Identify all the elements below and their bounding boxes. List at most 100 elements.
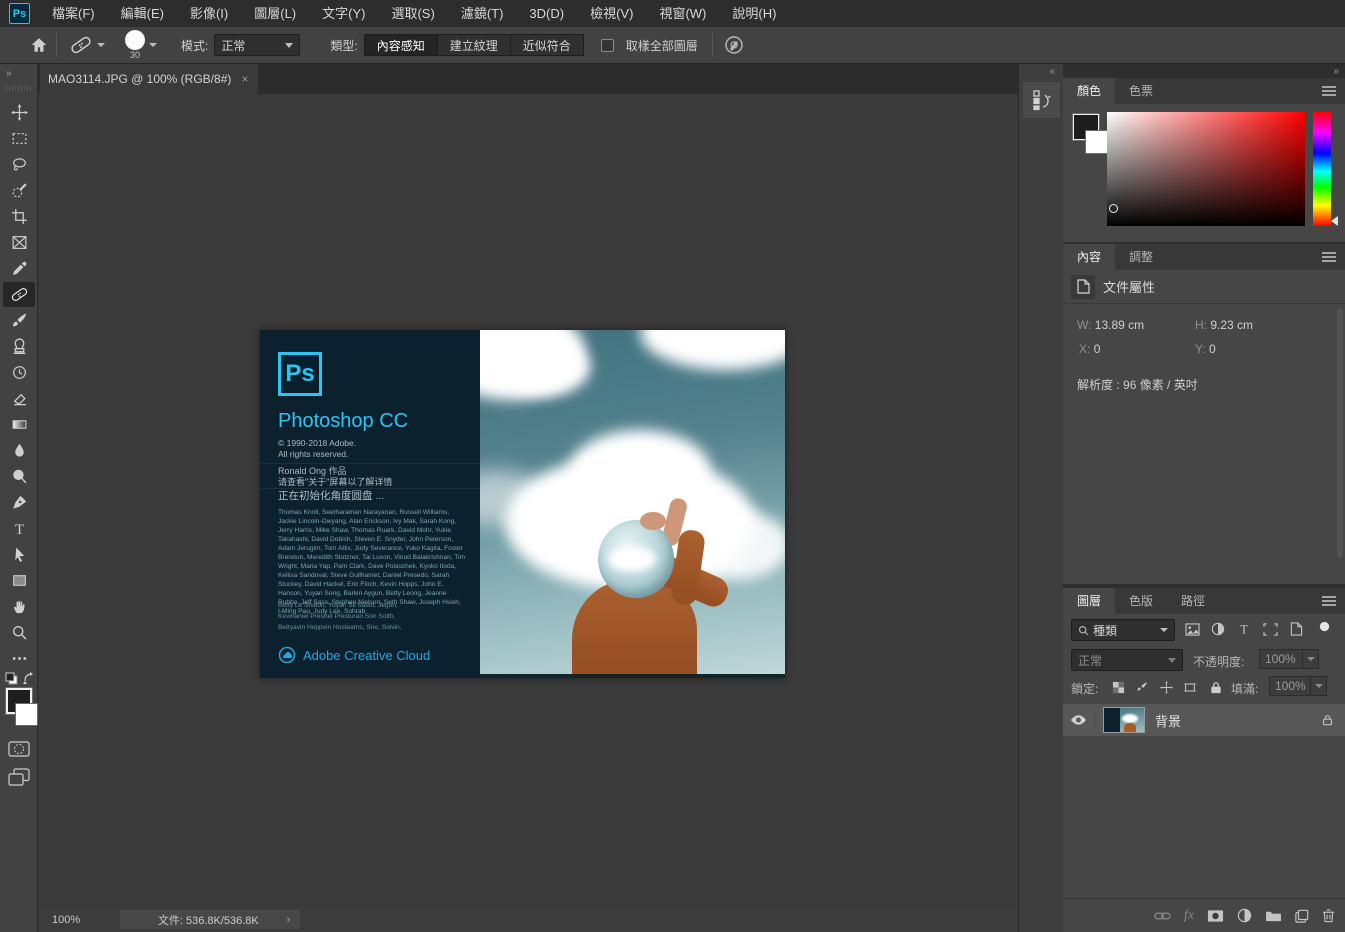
menu-view[interactable]: 檢視(V)	[577, 0, 646, 27]
properties-panel-menu-icon[interactable]	[1321, 251, 1337, 263]
tab-channels[interactable]: 色版	[1115, 588, 1167, 614]
document-tab[interactable]: MAO3114.JPG @ 100% (RGB/8#) ×	[40, 64, 258, 94]
fill-caret-icon[interactable]	[1311, 676, 1327, 696]
clone-stamp-tool[interactable]	[3, 334, 35, 359]
hand-tool[interactable]	[3, 594, 35, 619]
tab-swatches[interactable]: 色票	[1115, 78, 1167, 104]
new-layer-icon[interactable]	[1295, 909, 1309, 923]
link-layers-icon[interactable]	[1154, 910, 1171, 922]
menu-edit[interactable]: 編輯(E)	[108, 0, 177, 27]
tooldock-grip[interactable]	[6, 86, 32, 91]
screen-mode-icon[interactable]	[8, 768, 30, 788]
type-content-aware-button[interactable]: 內容感知	[364, 34, 438, 56]
menu-help[interactable]: 說明(H)	[719, 0, 789, 27]
filter-type-layers-icon[interactable]: T	[1233, 619, 1255, 639]
canvas-pasteboard[interactable]: Ps Photoshop CC © 1990-2018 Adobe. All r…	[38, 94, 1018, 907]
layer-visibility-eye-icon[interactable]	[1063, 714, 1095, 726]
hue-slider[interactable]	[1313, 112, 1331, 226]
menu-file[interactable]: 檔案(F)	[39, 0, 108, 27]
layer-filter-kind-dropdown[interactable]: 種類	[1071, 619, 1175, 641]
blend-mode-dropdown[interactable]: 正常	[1071, 649, 1183, 671]
color-field-marker[interactable]	[1109, 204, 1118, 213]
quick-mask-mode-icon[interactable]	[8, 740, 30, 758]
lock-all-icon[interactable]	[1205, 677, 1227, 697]
lasso-tool[interactable]	[3, 152, 35, 177]
eyedropper-tool[interactable]	[3, 256, 35, 281]
file-info-field[interactable]: 文件: 536.8K/536.8K ›	[120, 910, 300, 929]
fill-value[interactable]: 100%	[1269, 676, 1311, 696]
frame-tool[interactable]	[3, 230, 35, 255]
default-colors-icon[interactable]	[5, 672, 19, 686]
mode-dropdown[interactable]: 正常	[214, 34, 300, 56]
document-image[interactable]: Ps Photoshop CC © 1990-2018 Adobe. All r…	[260, 330, 785, 678]
brush-size-picker[interactable]: 30	[125, 30, 145, 60]
lock-position-icon[interactable]	[1155, 677, 1177, 697]
filter-adjustment-layers-icon[interactable]	[1207, 619, 1229, 639]
filter-pixel-layers-icon[interactable]	[1181, 619, 1203, 639]
pen-tool[interactable]	[3, 490, 35, 515]
path-selection-tool[interactable]	[3, 542, 35, 567]
tab-adjustments[interactable]: 調整	[1115, 244, 1167, 270]
zoom-level[interactable]: 100%	[52, 914, 80, 926]
lock-pixels-icon[interactable]	[1131, 677, 1153, 697]
new-adjustment-layer-icon[interactable]	[1237, 908, 1252, 923]
tool-preset-caret-icon[interactable]	[97, 43, 105, 47]
crop-tool[interactable]	[3, 204, 35, 229]
layer-row-background[interactable]: 背景	[1063, 704, 1345, 736]
menu-type[interactable]: 文字(Y)	[309, 0, 378, 27]
brush-picker-caret-icon[interactable]	[149, 43, 157, 47]
tab-color[interactable]: 顏色	[1063, 78, 1115, 104]
spot-healing-brush-tool[interactable]	[3, 282, 35, 307]
tab-paths[interactable]: 路徑	[1167, 588, 1219, 614]
lock-transparency-icon[interactable]	[1107, 677, 1129, 697]
tablet-pressure-icon[interactable]	[723, 34, 745, 56]
layer-effects-icon[interactable]: fx	[1184, 908, 1194, 924]
menu-layer[interactable]: 圖層(L)	[241, 0, 309, 27]
home-icon[interactable]	[30, 36, 48, 54]
layer-thumbnail[interactable]	[1103, 707, 1145, 733]
dodge-tool[interactable]	[3, 464, 35, 489]
menu-image[interactable]: 影像(I)	[177, 0, 241, 27]
eraser-tool[interactable]	[3, 386, 35, 411]
history-brush-tool[interactable]	[3, 360, 35, 385]
menu-3d[interactable]: 3D(D)	[516, 0, 577, 27]
hue-slider-marker[interactable]	[1331, 216, 1338, 226]
color-background-swatch[interactable]	[1085, 130, 1109, 154]
y-value[interactable]: 0	[1209, 342, 1216, 356]
history-panel-icon[interactable]	[1023, 82, 1060, 118]
properties-scrollbar[interactable]	[1337, 308, 1343, 558]
height-value[interactable]: 9.23 cm	[1210, 318, 1253, 332]
filter-smart-objects-icon[interactable]	[1285, 619, 1307, 639]
layer-name[interactable]: 背景	[1155, 711, 1181, 730]
new-group-icon[interactable]	[1265, 909, 1282, 922]
tab-layers[interactable]: 圖層	[1063, 588, 1115, 614]
tab-properties[interactable]: 內容	[1063, 244, 1115, 270]
edit-toolbar-icon[interactable]	[3, 646, 35, 671]
rectangle-shape-tool[interactable]	[3, 568, 35, 593]
add-layer-mask-icon[interactable]	[1207, 909, 1224, 923]
x-value[interactable]: 0	[1094, 342, 1101, 356]
zoom-tool[interactable]	[3, 620, 35, 645]
background-color-swatch[interactable]	[15, 703, 38, 726]
brush-tool[interactable]	[3, 308, 35, 333]
dock-expand-icon[interactable]: »	[1333, 66, 1339, 77]
rectangular-marquee-tool[interactable]	[3, 126, 35, 151]
menu-filter[interactable]: 濾鏡(T)	[448, 0, 517, 27]
status-chevron-icon[interactable]: ›	[286, 914, 290, 926]
type-create-texture-button[interactable]: 建立紋理	[437, 34, 511, 56]
document-tab-close-icon[interactable]: ×	[241, 72, 248, 86]
tooldock-expand-icon[interactable]: »	[6, 68, 12, 79]
opacity-value[interactable]: 100%	[1259, 649, 1303, 669]
saturation-brightness-field[interactable]	[1107, 112, 1305, 226]
menu-select[interactable]: 選取(S)	[378, 0, 447, 27]
filter-shape-layers-icon[interactable]	[1259, 619, 1281, 639]
sample-all-layers-checkbox[interactable]	[601, 39, 614, 52]
lock-artboard-icon[interactable]	[1179, 677, 1201, 697]
layer-lock-icon[interactable]	[1322, 714, 1333, 726]
delete-layer-icon[interactable]	[1322, 908, 1335, 923]
filter-toggle-icon[interactable]	[1313, 616, 1335, 636]
blur-tool[interactable]	[3, 438, 35, 463]
gradient-tool[interactable]	[3, 412, 35, 437]
quick-selection-tool[interactable]	[3, 178, 35, 203]
color-panel-menu-icon[interactable]	[1321, 85, 1337, 97]
